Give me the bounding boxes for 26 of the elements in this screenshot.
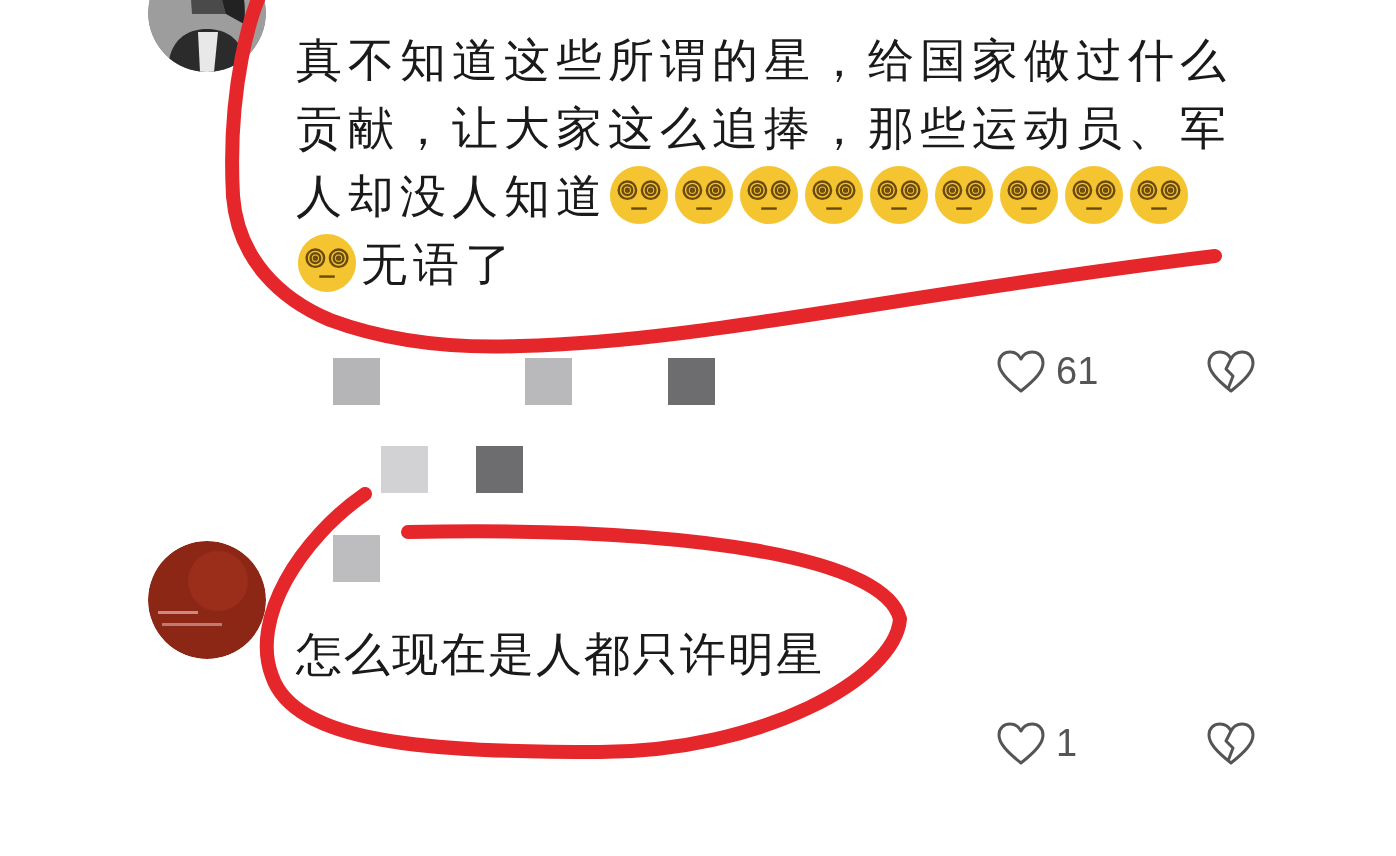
redaction-block xyxy=(668,357,715,405)
dizzy-face-icon xyxy=(868,164,930,226)
redaction-block xyxy=(333,357,380,405)
broken-heart-icon[interactable] xyxy=(1206,348,1256,394)
broken-heart-icon[interactable] xyxy=(1206,720,1256,766)
heart-icon[interactable] xyxy=(996,720,1046,766)
like-count: 61 xyxy=(1056,349,1100,393)
dizzy-face-icon xyxy=(608,164,670,226)
like-count: 1 xyxy=(1056,721,1079,765)
comment-text: 怎么现在是人都只许明星 xyxy=(296,627,824,681)
dizzy-face-icon xyxy=(803,164,865,226)
comment-text: 无语了 xyxy=(361,237,517,291)
comment-text: 真不知道这些所谓的星，给国家做过什么贡献，让大家这么追捧，那些运动员、军 xyxy=(296,33,1232,155)
dizzy-face-icon xyxy=(933,164,995,226)
dizzy-face-icon xyxy=(738,164,800,226)
comment-text: 人却没人知道 xyxy=(296,169,608,223)
dizzy-face-icon xyxy=(998,164,1060,226)
redaction-block xyxy=(476,446,523,493)
redaction-block xyxy=(381,446,428,493)
dizzy-face-icon xyxy=(673,164,735,226)
heart-icon[interactable] xyxy=(996,348,1046,394)
dizzy-face-icon xyxy=(1063,164,1125,226)
redaction-block xyxy=(525,357,572,405)
dizzy-face-icon xyxy=(296,232,358,294)
redaction-block xyxy=(333,535,380,582)
dizzy-face-icon xyxy=(1128,164,1190,226)
